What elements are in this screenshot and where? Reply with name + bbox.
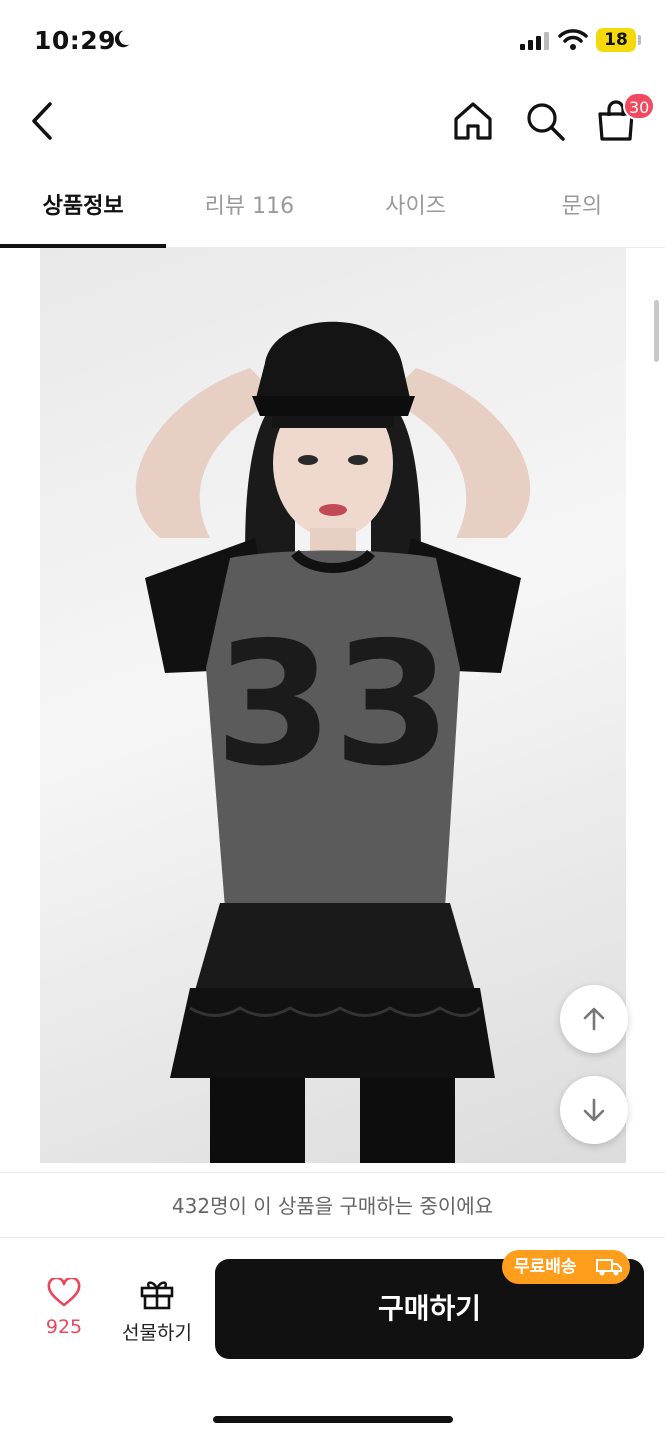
wifi-icon [558,29,588,50]
arrow-up-icon [583,1007,605,1031]
truck-icon [596,1259,622,1276]
scroll-down-button[interactable] [560,1076,628,1144]
moon-icon [114,30,130,48]
home-indicator [213,1416,453,1423]
tab-size[interactable]: 사이즈 [333,170,499,247]
cart-count-badge: 30 [623,92,656,120]
tab-bar: 상품정보 리뷰 116 사이즈 문의 [0,170,665,248]
heart-icon [47,1276,81,1307]
free-shipping-badge: 무료배송 [502,1250,630,1284]
product-image: 33 [40,248,626,1163]
gift-button[interactable]: 선물하기 [112,1276,202,1348]
status-time: 10:29 [34,26,117,55]
battery-indicator: 18 [596,28,636,52]
status-bar: 10:29 18 [0,0,665,80]
purchase-bar: 925 선물하기 구매하기 무료배송 [0,1238,665,1440]
arrow-down-icon [583,1098,605,1122]
buyer-notice: 432명이 이 상품을 구매하는 중이에요 [0,1172,665,1238]
search-icon[interactable] [522,98,568,144]
product-photo-illustration: 33 [135,321,531,1163]
gift-icon [140,1281,174,1310]
gift-label: 선물하기 [122,1322,192,1344]
signal-icon [520,32,549,50]
scroll-up-button[interactable] [560,985,628,1053]
battery-cap [638,35,641,45]
tab-reviews[interactable]: 리뷰 116 [166,170,332,247]
top-nav [0,80,665,170]
tab-inquiry[interactable]: 문의 [499,170,665,247]
scroll-indicator[interactable] [654,300,659,362]
shirt-number: 33 [215,606,452,804]
like-count: 925 [45,1316,83,1338]
home-icon[interactable] [450,98,496,144]
tab-product-info[interactable]: 상품정보 [0,170,167,248]
like-button[interactable]: 925 [32,1276,96,1348]
back-arrow-icon[interactable] [24,98,64,144]
free-shipping-label: 무료배송 [514,1257,577,1277]
